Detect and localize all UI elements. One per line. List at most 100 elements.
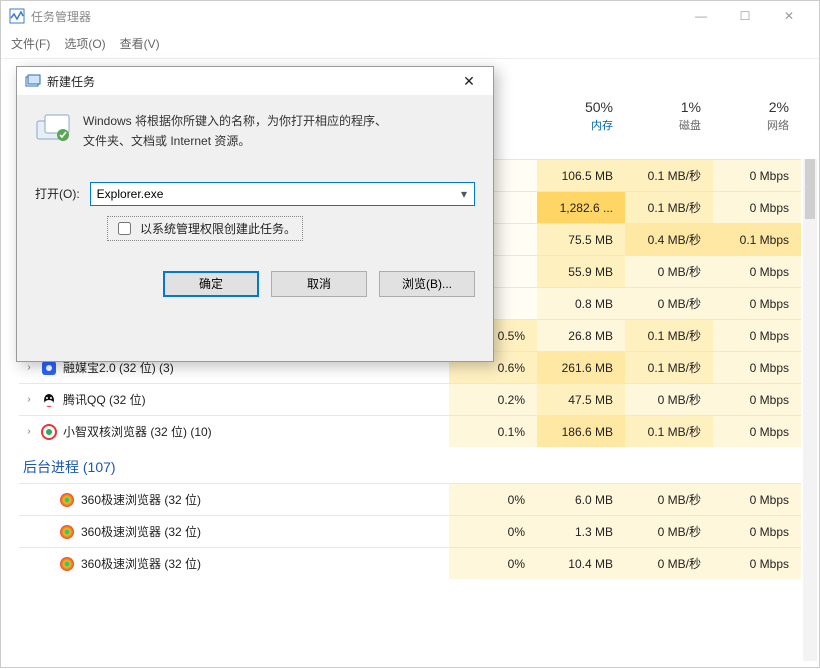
ok-button[interactable]: 确定 bbox=[163, 271, 259, 297]
metric-cell: 26.8 MB bbox=[537, 320, 625, 351]
metric-cell: 1.3 MB bbox=[537, 516, 625, 547]
dialog-close-button[interactable]: ✕ bbox=[453, 69, 485, 93]
process-name-cell[interactable]: 360极速浏览器 (32 位) bbox=[19, 523, 449, 540]
process-name: 腾讯QQ (32 位) bbox=[63, 391, 146, 408]
metric-cell: 0 Mbps bbox=[713, 160, 801, 191]
metric-cell: 0 MB/秒 bbox=[625, 516, 713, 547]
expand-icon[interactable]: › bbox=[23, 426, 35, 437]
dialog-title: 新建任务 bbox=[47, 73, 95, 90]
process-name: 360极速浏览器 (32 位) bbox=[81, 523, 201, 540]
metric-cell: 0 Mbps bbox=[713, 192, 801, 223]
open-input[interactable] bbox=[90, 182, 475, 206]
col-network-lbl: 网络 bbox=[713, 117, 789, 133]
metric-cell: 0 Mbps bbox=[713, 516, 801, 547]
metric-cell: 6.0 MB bbox=[537, 484, 625, 515]
process-name-cell[interactable]: 360极速浏览器 (32 位) bbox=[19, 555, 449, 572]
taskmgr-icon bbox=[9, 8, 25, 24]
metric-cell: 0 Mbps bbox=[713, 256, 801, 287]
title-bar[interactable]: 任务管理器 — ☐ ✕ bbox=[1, 1, 819, 31]
dialog-prompt-text: Windows 将根据你所键入的名称，为你打开相应的程序、 文件夹、文档或 In… bbox=[83, 111, 387, 152]
metric-cell: 0 Mbps bbox=[713, 288, 801, 319]
metric-cell: 1,282.6 ... bbox=[537, 192, 625, 223]
maximize-button[interactable]: ☐ bbox=[723, 1, 767, 31]
process-name-cell[interactable]: › 小智双核浏览器 (32 位) (10) bbox=[19, 423, 449, 440]
process-name-cell[interactable]: 360极速浏览器 (32 位) bbox=[19, 491, 449, 508]
menu-file[interactable]: 文件(F) bbox=[11, 35, 50, 52]
metric-cell: 0.1 MB/秒 bbox=[625, 160, 713, 191]
app-icon bbox=[59, 492, 75, 508]
col-memory-pct: 50% bbox=[537, 99, 613, 115]
window-title: 任务管理器 bbox=[31, 8, 91, 25]
menu-options[interactable]: 选项(O) bbox=[64, 35, 105, 52]
close-button[interactable]: ✕ bbox=[767, 1, 811, 31]
dialog-title-bar[interactable]: 新建任务 ✕ bbox=[17, 67, 493, 95]
table-row[interactable]: 360极速浏览器 (32 位) 0%1.3 MB0 MB/秒0 Mbps bbox=[19, 515, 801, 547]
table-row[interactable]: 360极速浏览器 (32 位) 0%10.4 MB0 MB/秒0 Mbps bbox=[19, 547, 801, 579]
open-combobox[interactable]: ▾ bbox=[90, 182, 475, 206]
metric-cell: 0.1 MB/秒 bbox=[625, 320, 713, 351]
metric-cell: 0.1 MB/秒 bbox=[625, 416, 713, 447]
metric-cell: 0 Mbps bbox=[713, 384, 801, 415]
table-row[interactable]: › 腾讯QQ (32 位) 0.2%47.5 MB0 MB/秒0 Mbps bbox=[19, 383, 801, 415]
col-memory[interactable]: 50% 内存 bbox=[537, 99, 625, 133]
metric-cell: 0.8 MB bbox=[537, 288, 625, 319]
section-header-bg: 后台进程 (107) bbox=[19, 447, 801, 483]
col-network-pct: 2% bbox=[713, 99, 789, 115]
col-network[interactable]: 2% 网络 bbox=[713, 99, 801, 133]
prompt-line-2: 文件夹、文档或 Internet 资源。 bbox=[83, 131, 387, 151]
metric-cell: 55.9 MB bbox=[537, 256, 625, 287]
metric-cell: 47.5 MB bbox=[537, 384, 625, 415]
metric-cell: 0.1 MB/秒 bbox=[625, 192, 713, 223]
new-task-dialog: 新建任务 ✕ Windows 将根据你所键入的名称，为你打开相应的程序、 文件夹… bbox=[16, 66, 494, 362]
metric-cell: 106.5 MB bbox=[537, 160, 625, 191]
app-icon bbox=[41, 424, 57, 440]
vertical-scrollbar[interactable] bbox=[803, 159, 817, 661]
col-disk[interactable]: 1% 磁盘 bbox=[625, 99, 713, 133]
metric-cell: 0 MB/秒 bbox=[625, 256, 713, 287]
chevron-down-icon[interactable]: ▾ bbox=[454, 183, 474, 205]
metric-cell: 0 MB/秒 bbox=[625, 288, 713, 319]
metric-cell: 0 Mbps bbox=[713, 416, 801, 447]
metric-cell: 0 Mbps bbox=[713, 320, 801, 351]
metric-cell: 0.1% bbox=[449, 416, 537, 447]
metric-cell: 0% bbox=[449, 548, 537, 579]
column-headers: 50% 内存 1% 磁盘 2% 网络 bbox=[537, 99, 801, 133]
app-icon bbox=[41, 392, 57, 408]
menu-view[interactable]: 查看(V) bbox=[120, 35, 160, 52]
col-memory-lbl: 内存 bbox=[537, 117, 613, 133]
process-name: 小智双核浏览器 (32 位) (10) bbox=[63, 423, 212, 440]
expand-icon[interactable]: › bbox=[23, 394, 35, 405]
col-disk-pct: 1% bbox=[625, 99, 701, 115]
process-name-cell[interactable]: › 腾讯QQ (32 位) bbox=[19, 391, 449, 408]
admin-checkbox[interactable] bbox=[118, 222, 131, 235]
metric-cell: 0% bbox=[449, 484, 537, 515]
open-label: 打开(O): bbox=[35, 185, 80, 202]
metric-cell: 186.6 MB bbox=[537, 416, 625, 447]
run-dialog-icon bbox=[25, 73, 41, 89]
metric-cell: 0 MB/秒 bbox=[625, 384, 713, 415]
expand-icon[interactable]: › bbox=[23, 362, 35, 373]
metric-cell: 0% bbox=[449, 516, 537, 547]
metric-cell: 10.4 MB bbox=[537, 548, 625, 579]
admin-checkbox-row[interactable]: 以系统管理权限创建此任务。 bbox=[107, 216, 303, 241]
minimize-button[interactable]: — bbox=[679, 1, 723, 31]
metric-cell: 0.1 Mbps bbox=[713, 224, 801, 255]
app-icon bbox=[59, 556, 75, 572]
prompt-line-1: Windows 将根据你所键入的名称，为你打开相应的程序、 bbox=[83, 111, 387, 131]
table-row[interactable]: 360极速浏览器 (32 位) 0%6.0 MB0 MB/秒0 Mbps bbox=[19, 483, 801, 515]
metric-cell: 261.6 MB bbox=[537, 352, 625, 383]
scrollbar-thumb[interactable] bbox=[805, 159, 815, 219]
admin-checkbox-label: 以系统管理权限创建此任务。 bbox=[140, 220, 296, 237]
metric-cell: 0.2% bbox=[449, 384, 537, 415]
cancel-button[interactable]: 取消 bbox=[271, 271, 367, 297]
metric-cell: 0.1 MB/秒 bbox=[625, 352, 713, 383]
metric-cell: 0.4 MB/秒 bbox=[625, 224, 713, 255]
metric-cell: 0 Mbps bbox=[713, 548, 801, 579]
metric-cell: 0 Mbps bbox=[713, 352, 801, 383]
app-icon bbox=[59, 524, 75, 540]
col-disk-lbl: 磁盘 bbox=[625, 117, 701, 133]
process-name: 360极速浏览器 (32 位) bbox=[81, 555, 201, 572]
metric-cell: 75.5 MB bbox=[537, 224, 625, 255]
browse-button[interactable]: 浏览(B)... bbox=[379, 271, 475, 297]
table-row[interactable]: › 小智双核浏览器 (32 位) (10) 0.1%186.6 MB0.1 MB… bbox=[19, 415, 801, 447]
